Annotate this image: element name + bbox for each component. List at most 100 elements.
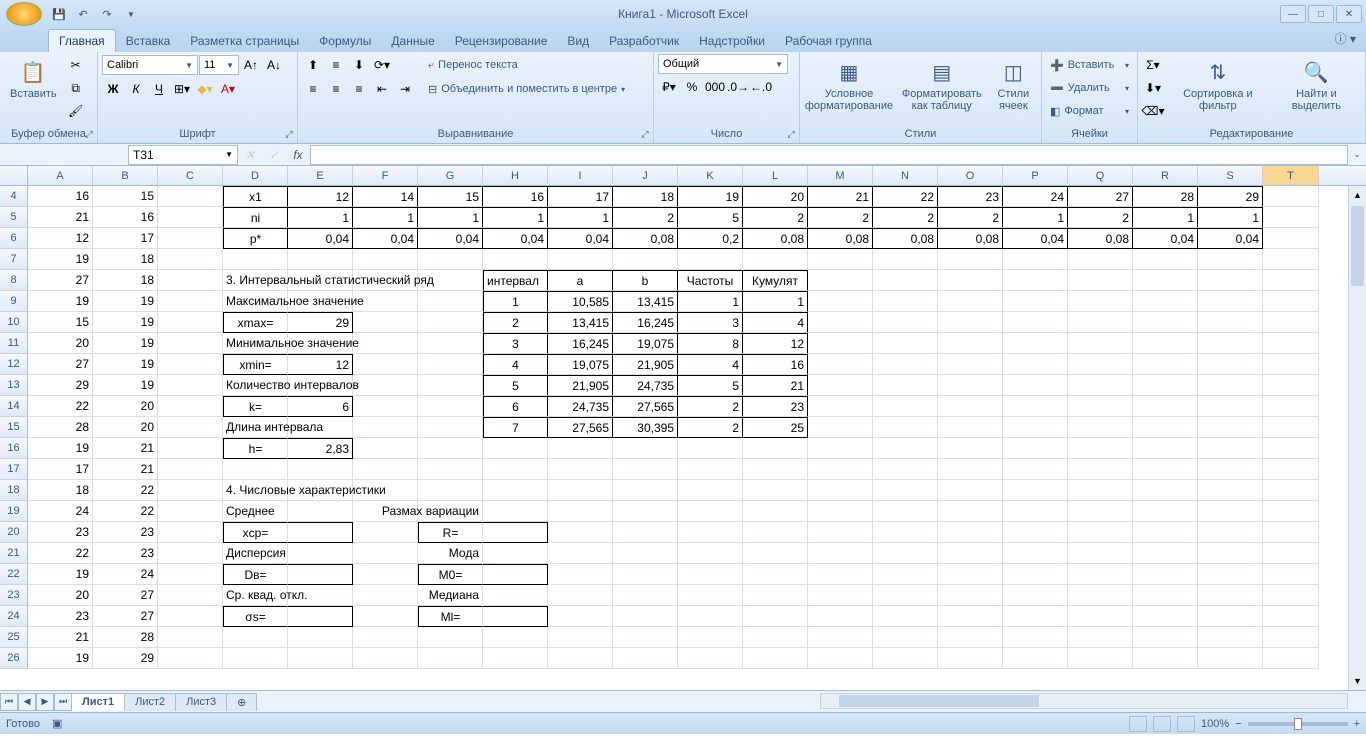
cell[interactable]: 23: [93, 522, 158, 543]
cell[interactable]: 2: [938, 207, 1003, 228]
cell[interactable]: [1003, 480, 1068, 501]
cell[interactable]: [1198, 522, 1263, 543]
format-painter-icon[interactable]: 🖌: [65, 100, 87, 122]
cell[interactable]: [938, 522, 1003, 543]
merge-center-button[interactable]: ⊟Объединить и поместить в центре▾: [424, 78, 629, 100]
cell[interactable]: [158, 627, 223, 648]
cancel-formula-icon[interactable]: ✕: [238, 145, 262, 165]
minimize-button[interactable]: —: [1280, 5, 1306, 23]
cell[interactable]: 2: [678, 417, 743, 438]
cell[interactable]: 27,565: [548, 417, 613, 438]
new-sheet-icon[interactable]: ⊕: [226, 693, 257, 711]
cell[interactable]: [353, 417, 418, 438]
row-header[interactable]: 5: [0, 207, 28, 228]
scroll-down-icon[interactable]: ▼: [1349, 672, 1366, 690]
align-left-icon[interactable]: ≡: [302, 78, 324, 100]
cell[interactable]: [158, 543, 223, 564]
cell[interactable]: [1263, 606, 1319, 627]
cell[interactable]: [613, 480, 678, 501]
cell[interactable]: 2: [808, 207, 873, 228]
cell[interactable]: 19: [28, 291, 93, 312]
cell[interactable]: [288, 627, 353, 648]
cell[interactable]: [1003, 501, 1068, 522]
cell[interactable]: Ml=: [418, 606, 483, 627]
cell[interactable]: 3: [483, 333, 548, 354]
format-table-button[interactable]: ▤Форматировать как таблицу: [896, 54, 988, 114]
cell[interactable]: 13,415: [613, 291, 678, 312]
cell[interactable]: [418, 249, 483, 270]
cell[interactable]: [418, 438, 483, 459]
cell[interactable]: 18: [93, 249, 158, 270]
cell[interactable]: [808, 333, 873, 354]
cell[interactable]: [1068, 438, 1133, 459]
column-header[interactable]: D: [223, 166, 288, 185]
cell[interactable]: [158, 522, 223, 543]
align-middle-icon[interactable]: ≡: [325, 54, 347, 76]
cell[interactable]: 4: [483, 354, 548, 375]
cell[interactable]: [353, 564, 418, 585]
cell[interactable]: 28: [28, 417, 93, 438]
cell[interactable]: [1003, 375, 1068, 396]
cell[interactable]: 1: [418, 207, 483, 228]
cell[interactable]: [743, 480, 808, 501]
sheet-tab[interactable]: Лист3: [175, 693, 227, 711]
cell[interactable]: 0,08: [808, 228, 873, 249]
cell[interactable]: [743, 459, 808, 480]
maximize-button[interactable]: □: [1308, 5, 1334, 23]
ribbon-tab-8[interactable]: Надстройки: [689, 30, 775, 52]
cell[interactable]: [353, 585, 418, 606]
currency-icon[interactable]: ₽▾: [658, 76, 680, 98]
cell[interactable]: [1068, 501, 1133, 522]
dialog-launcher-icon[interactable]: ⤢: [83, 128, 95, 140]
cell[interactable]: 5: [678, 375, 743, 396]
cell[interactable]: 27: [1068, 186, 1133, 207]
cell-styles-button[interactable]: ◫Стили ячеек: [990, 54, 1037, 114]
cell[interactable]: [158, 648, 223, 669]
cell[interactable]: [548, 585, 613, 606]
delete-cells-button[interactable]: ➖Удалить▾: [1046, 77, 1133, 99]
cell[interactable]: 20: [28, 585, 93, 606]
cell[interactable]: 12: [28, 228, 93, 249]
cell[interactable]: [158, 396, 223, 417]
cell[interactable]: [1003, 606, 1068, 627]
cell[interactable]: 2,83: [288, 438, 353, 459]
cell[interactable]: 2: [1068, 207, 1133, 228]
cell[interactable]: [1133, 333, 1198, 354]
dialog-launcher-icon[interactable]: ⤢: [283, 128, 295, 140]
ribbon-tab-7[interactable]: Разработчик: [599, 30, 689, 52]
cell[interactable]: [548, 501, 613, 522]
cell[interactable]: 0,08: [1068, 228, 1133, 249]
cell[interactable]: [1133, 417, 1198, 438]
cell[interactable]: [1068, 564, 1133, 585]
cell[interactable]: [223, 459, 288, 480]
cell[interactable]: [418, 312, 483, 333]
cell[interactable]: [938, 564, 1003, 585]
cell[interactable]: [223, 249, 288, 270]
cell[interactable]: 21: [28, 627, 93, 648]
cell[interactable]: 27: [93, 585, 158, 606]
cell[interactable]: [678, 606, 743, 627]
cell[interactable]: 16: [483, 186, 548, 207]
cell[interactable]: [873, 396, 938, 417]
column-header[interactable]: O: [938, 166, 1003, 185]
cell[interactable]: 20: [93, 396, 158, 417]
cell[interactable]: [743, 585, 808, 606]
row-header[interactable]: 8: [0, 270, 28, 291]
cell[interactable]: [353, 522, 418, 543]
align-right-icon[interactable]: ≡: [348, 78, 370, 100]
cell[interactable]: [158, 333, 223, 354]
normal-view-icon[interactable]: [1129, 716, 1147, 732]
cell[interactable]: 22: [93, 501, 158, 522]
cell[interactable]: 0,04: [353, 228, 418, 249]
ribbon-tab-0[interactable]: Главная: [48, 29, 116, 52]
cell[interactable]: [808, 522, 873, 543]
cell[interactable]: [1198, 564, 1263, 585]
cell[interactable]: [1133, 354, 1198, 375]
row-header[interactable]: 9: [0, 291, 28, 312]
cut-icon[interactable]: ✂: [65, 54, 87, 76]
column-header[interactable]: I: [548, 166, 613, 185]
borders-icon[interactable]: ⊞▾: [171, 78, 193, 100]
cell[interactable]: [1198, 291, 1263, 312]
cell[interactable]: [418, 333, 483, 354]
cell[interactable]: [1263, 648, 1319, 669]
